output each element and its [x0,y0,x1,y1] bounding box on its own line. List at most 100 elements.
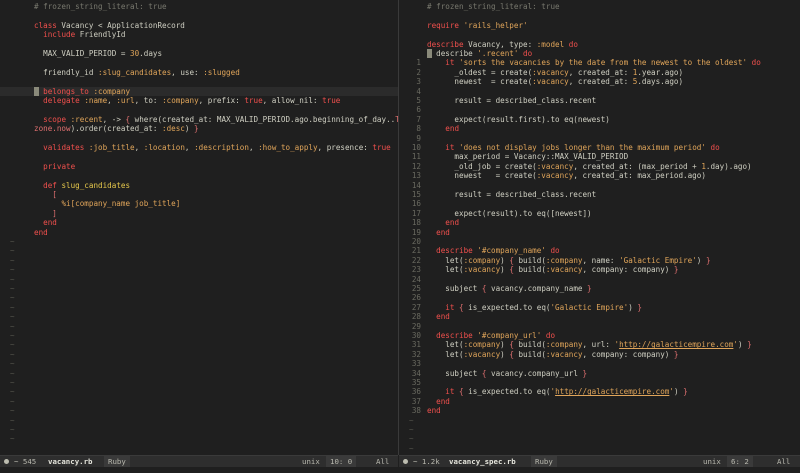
code-line[interactable]: [ [0,190,398,199]
tilde-marker: ~ [10,425,15,434]
code-line[interactable]: 34 subject { vacancy.company_url } [399,369,800,378]
code-line[interactable]: 24 [399,275,800,284]
code-line[interactable]: 29 [399,322,800,331]
code-line[interactable] [0,58,398,67]
code-line[interactable]: 4 [399,87,800,96]
code-line[interactable]: 18 end [399,218,800,227]
code-line[interactable]: MAX_VALID_PERIOD = 30.days [0,49,398,58]
empty-buffer-line: ~ [0,359,398,368]
code-line[interactable]: validates :job_title, :location, :descri… [0,143,398,152]
code-text: subject { vacancy.company_url } [427,368,588,378]
code-line[interactable]: 31 let(:company) { build(:company, url: … [399,340,800,349]
editor-pane-right[interactable]: # frozen_string_literal: true require 'ra… [399,0,800,455]
code-text: MAX_VALID_PERIOD = 30.days [34,49,163,58]
code-line[interactable]: 22 let(:company) { build(:company, name:… [399,256,800,265]
code-line[interactable]: 14 [399,181,800,190]
code-line[interactable]: 16 [399,199,800,208]
code-line[interactable]: 12 _old_job = create(:vacancy, created_a… [399,162,800,171]
code-text: _oldest = create(:vacancy, created_at: 1… [427,67,684,77]
code-line[interactable]: 17 expect(result).to eq([newest]) [399,209,800,218]
code-line[interactable]: 25 subject { vacancy.company_name } [399,284,800,293]
code-line[interactable]: 7 expect(result.first).to eq(newest) [399,115,800,124]
tilde-marker: ~ [10,302,15,312]
line-number: 27 [411,302,421,312]
code-line[interactable]: def slug_candidates [0,181,398,190]
code-line[interactable]: 6 [399,105,800,114]
code-line[interactable]: 3 newest = create(:vacancy, created_at: … [399,77,800,86]
code-line[interactable]: 9 [399,134,800,143]
code-line[interactable]: delegate :name, :url, to: :company, pref… [0,96,398,105]
code-line[interactable] [0,11,398,20]
cursor-position: 6: 2 [727,456,753,467]
code-line[interactable] [0,105,398,114]
code-line[interactable]: 2 _oldest = create(:vacancy, created_at:… [399,68,800,77]
code-text: result = described_class.recent [427,190,597,199]
line-number: 7 [416,114,421,124]
code-line[interactable]: 11 max_period = Vacancy::MAX_VALID_PERIO… [399,152,800,161]
code-line[interactable]: describe Vacancy, type: :model do [399,40,800,49]
code-line[interactable]: 28 end [399,312,800,321]
code-text: result = described_class.recent [427,96,597,105]
code-line[interactable]: 38 end [399,406,800,415]
line-number: 23 [411,265,421,275]
code-text: validates :job_title, :location, :descri… [43,143,391,152]
code-line[interactable]: describe '.recent' do [399,49,800,58]
code-line[interactable] [399,11,800,20]
code-line[interactable]: 10 it 'does not display jobs longer than… [399,143,800,152]
code-line[interactable]: 37 end [399,397,800,406]
code-line[interactable] [399,30,800,39]
tilde-marker: ~ [10,406,15,416]
empty-buffer-line: ~ [0,369,398,378]
code-line[interactable]: 13 newest = create(:vacancy, created_at:… [399,171,800,180]
code-line[interactable]: 33 [399,359,800,368]
line-number: 24 [411,274,421,284]
empty-buffer-line: ~ [0,350,398,359]
code-text: end [436,312,450,322]
code-line[interactable]: private [0,162,398,171]
code-line[interactable]: 15 result = described_class.recent [399,190,800,199]
code-line[interactable]: # frozen_string_literal: true [0,2,398,11]
code-line[interactable]: 8 end [399,124,800,133]
code-line[interactable] [0,40,398,49]
file-format: unix [302,457,320,466]
line-number: 13 [411,171,421,181]
code-line[interactable]: require 'rails_helper' [399,21,800,30]
code-line[interactable]: friendly_id :slug_candidates, use: :slug… [0,68,398,77]
code-line[interactable]: zone.now).order(created_at: :desc) } [0,124,398,133]
code-line[interactable]: end [0,228,398,237]
code-line[interactable] [0,77,398,86]
code-line[interactable]: class Vacancy < ApplicationRecord [0,21,398,30]
code-line[interactable]: belongs_to :company [0,86,398,96]
code-line[interactable] [0,152,398,161]
line-number: 28 [411,312,421,322]
code-line[interactable]: 35 [399,378,800,387]
empty-buffer-line: ~ [399,425,800,434]
file-type: Ruby [104,456,130,467]
code-line[interactable] [0,134,398,143]
code-line[interactable]: 5 result = described_class.recent [399,96,800,105]
line-number: 5 [416,96,421,105]
code-text: let(:vacancy) { build(:vacancy, company:… [427,349,679,359]
command-line[interactable] [0,467,800,473]
code-line[interactable]: ] [0,209,398,218]
code-line[interactable]: 32 let(:vacancy) { build(:vacancy, compa… [399,350,800,359]
code-text: it { is_expected.to eq('http://galactice… [445,387,688,397]
code-line[interactable]: 30 describe '#company_url' do [399,331,800,340]
code-line[interactable]: 21 describe '#company_name' do [399,246,800,255]
code-line[interactable]: 36 it { is_expected.to eq('http://galact… [399,387,800,396]
code-line[interactable]: include FriendlyId [0,30,398,39]
line-number: 6 [416,105,421,115]
code-line[interactable]: 20 [399,237,800,246]
code-line[interactable]: 23 let(:vacancy) { build(:vacancy, compa… [399,265,800,274]
code-line[interactable]: 26 [399,293,800,302]
code-line[interactable]: end [0,218,398,227]
code-line[interactable]: scope :recent, -> { where(created_at: MA… [0,115,398,124]
code-line[interactable]: 27 it { is_expected.to eq('Galactic Empi… [399,303,800,312]
empty-buffer-line: ~ [399,416,800,425]
code-line[interactable]: 1 it 'sorts the vacancies by the date fr… [399,58,800,67]
editor-pane-left[interactable]: # frozen_string_literal: true class Vacan… [0,0,398,455]
code-line[interactable]: %i[company_name job_title] [0,199,398,208]
code-line[interactable]: # frozen_string_literal: true [399,2,800,11]
code-line[interactable] [0,171,398,180]
code-line[interactable]: 19 end [399,228,800,237]
